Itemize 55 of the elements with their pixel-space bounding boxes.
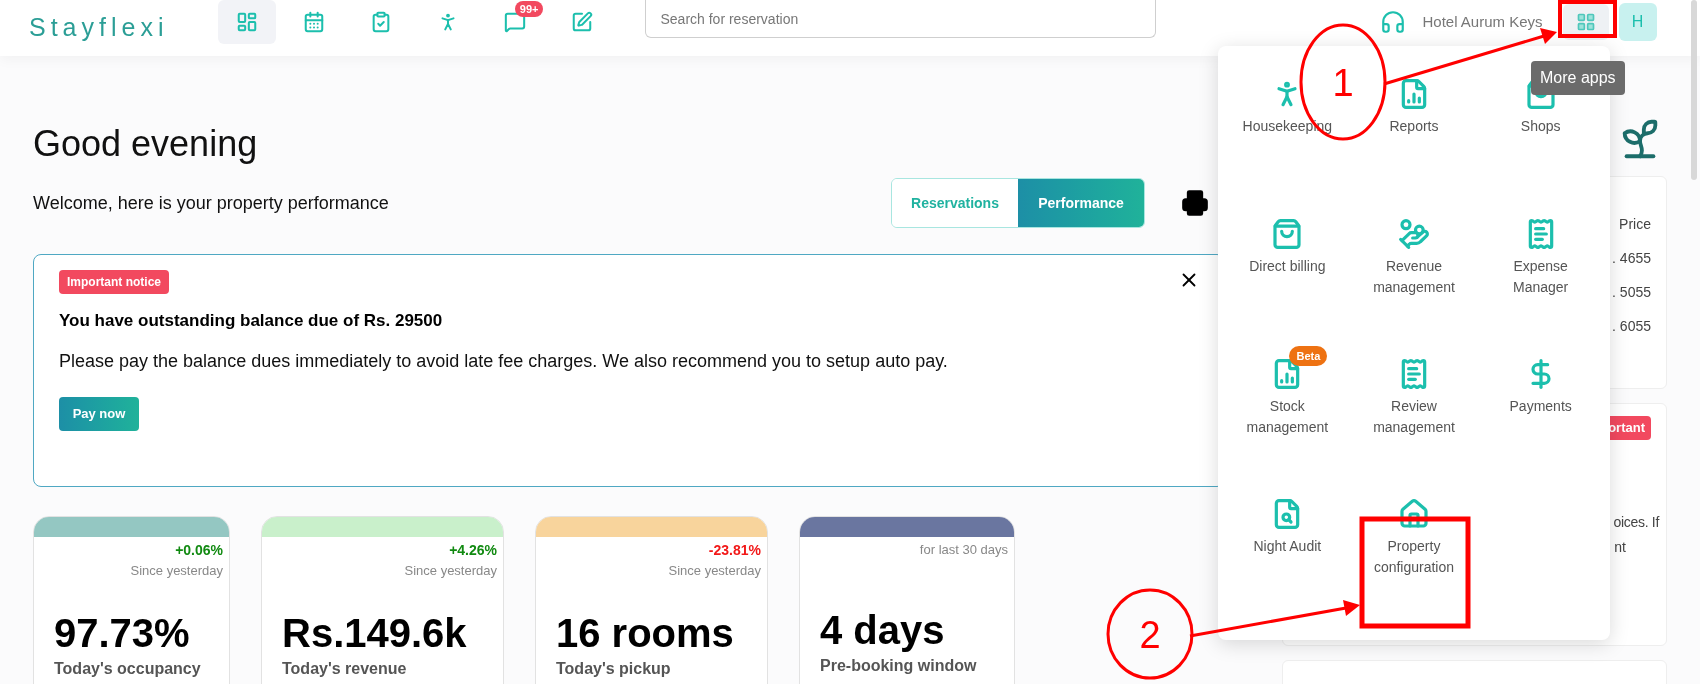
stat-value: 4 days: [820, 607, 946, 652]
stat-label: Today's revenue: [282, 658, 408, 678]
dashboard-icon: [236, 11, 259, 33]
change-caption: Since yesterday: [130, 562, 223, 580]
grid-icon: [1575, 12, 1596, 32]
tooltip: More apps: [1531, 61, 1625, 95]
step-marker: 2: [1106, 588, 1194, 680]
stat-value: 97.73%: [54, 610, 191, 655]
pen-square-icon: [571, 11, 594, 33]
stat-value: Rs.149.6k: [282, 610, 468, 655]
app-tile[interactable]: Payments: [1491, 342, 1590, 482]
app-tile[interactable]: Night Audit: [1238, 482, 1337, 622]
calendar-icon: [303, 11, 326, 33]
card-text: nt: [1614, 537, 1626, 557]
hotel-name: Hotel Aurum Keys: [1422, 11, 1543, 32]
house-icon: [1398, 498, 1430, 530]
search-field[interactable]: Search for reservation: [645, 0, 1157, 38]
scrollbar[interactable]: [1691, 0, 1697, 180]
change-caption: for last 30 days: [919, 541, 1008, 559]
beta-badge: Beta: [1289, 346, 1328, 366]
shopping-bag-icon: [1271, 218, 1304, 250]
count-badge: 99+: [514, 1, 544, 17]
logo: Stayflexi: [29, 12, 169, 44]
card-text: . 4655: [1612, 249, 1651, 268]
notice-message: Please pay the balance dues immediately to avoid late fee charges. We also recommend you to setup auto pay.: [59, 349, 949, 373]
stat-label: Today's occupancy: [54, 658, 202, 678]
stat-label: Pre-booking window: [820, 655, 978, 675]
app-tile[interactable]: Revenue management: [1365, 202, 1463, 342]
app-tile[interactable]: Direct billing: [1238, 202, 1337, 342]
change-percent: -23.81%: [708, 541, 761, 560]
card-text: Price: [1619, 215, 1651, 234]
notice-badge: Important notice: [59, 270, 169, 294]
card-text: . 5055: [1612, 283, 1651, 302]
highlight-rectangle: [1558, 0, 1617, 38]
notice-title: You have outstanding balance due of Rs. 29500: [59, 310, 444, 332]
nav-button[interactable]: [218, 0, 277, 44]
app-tile[interactable]: Expense Manager: [1491, 202, 1590, 342]
stat-label: Today's pickup: [556, 658, 672, 678]
app-tile[interactable]: Beta Stock management: [1238, 342, 1337, 482]
app-tile[interactable]: Reports: [1365, 62, 1463, 202]
app-tile[interactable]: Review management: [1365, 342, 1463, 482]
card-text: oices. If: [1613, 512, 1659, 532]
coins-icon: [1398, 218, 1430, 250]
change-percent: +4.26%: [449, 541, 497, 560]
change-caption: Since yesterday: [404, 562, 497, 580]
chat-icon: [504, 11, 527, 33]
change-percent: +0.06%: [175, 541, 223, 560]
card-text: . 6055: [1612, 317, 1651, 336]
headset-icon[interactable]: [1380, 9, 1407, 35]
greeting: Good evening: [33, 122, 259, 166]
nav-button[interactable]: 99+: [486, 0, 545, 44]
welcome-text: Welcome, here is your property performance: [33, 191, 389, 215]
change-caption: Since yesterday: [668, 562, 761, 580]
app-tile[interactable]: Property configuration: [1365, 482, 1463, 622]
stat-value: 16 rooms: [556, 610, 735, 655]
